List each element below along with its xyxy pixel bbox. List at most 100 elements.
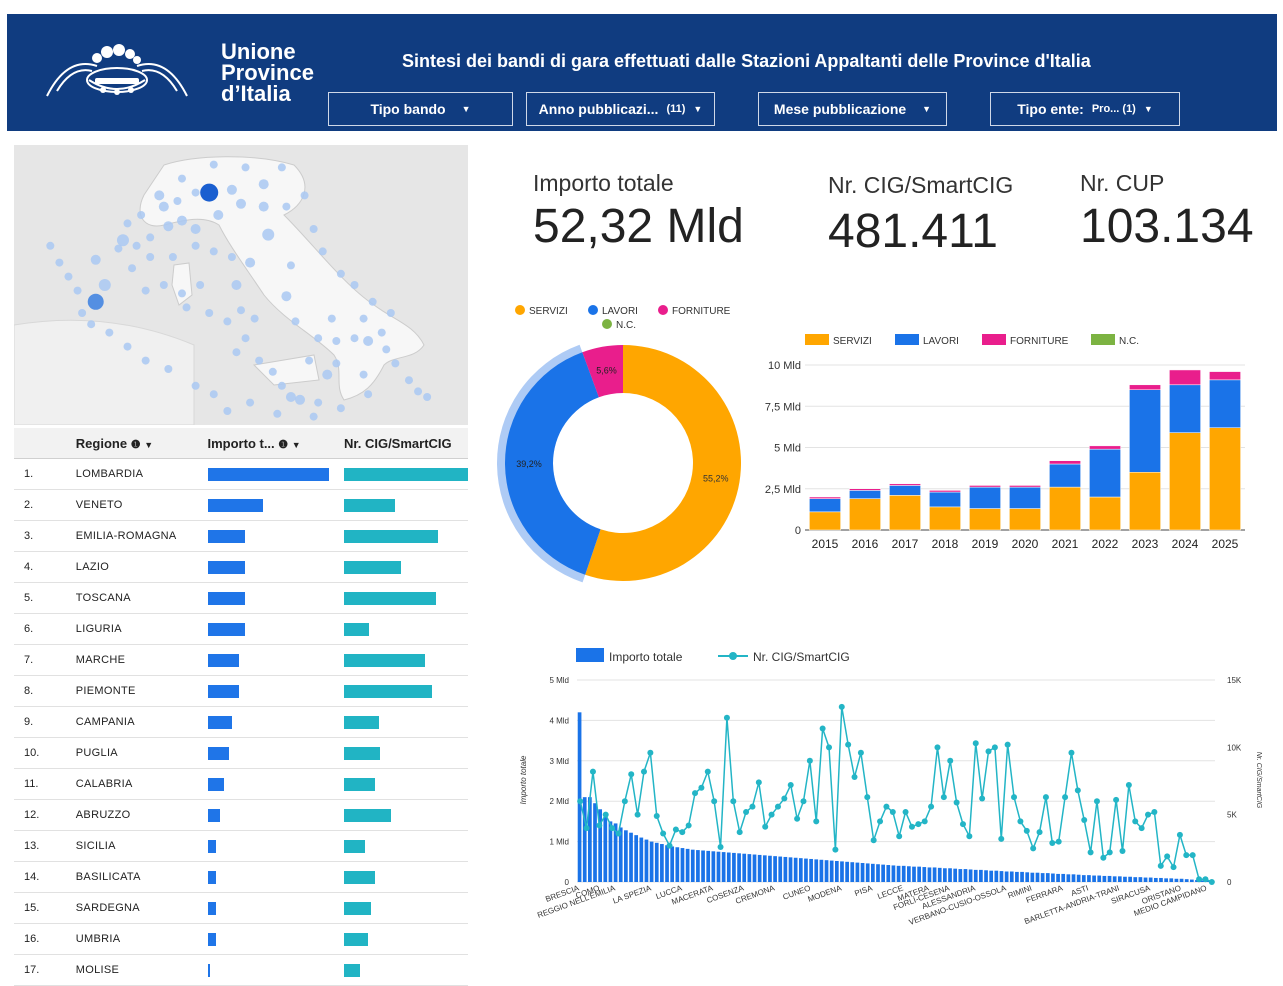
x-tick-label: 2021	[1052, 537, 1079, 551]
italy-map[interactable]	[14, 145, 468, 425]
map-point	[177, 174, 186, 183]
combo-bar	[639, 837, 644, 882]
cig-point	[889, 808, 896, 815]
cig-point	[602, 811, 609, 818]
combo-bar	[1087, 875, 1091, 882]
stacked-bar-segment	[1209, 379, 1241, 428]
row-importo-cell	[207, 954, 344, 986]
map-point	[226, 184, 237, 195]
combo-bar	[721, 852, 726, 882]
combo-bar	[870, 863, 875, 882]
x-tick-label: 2022	[1092, 537, 1119, 551]
bubble-map	[14, 156, 432, 425]
header-regione[interactable]: Regione ❶ ▼	[61, 428, 208, 459]
table-row[interactable]: 1. LOMBARDIA	[14, 458, 468, 490]
kpi-importo-value: 52,32 Mld	[533, 200, 744, 253]
map-point	[141, 286, 150, 295]
map-point	[309, 412, 318, 421]
table-row[interactable]: 6. LIGURIA	[14, 613, 468, 645]
province-combo-chart[interactable]: Importo totale Nr. CIG/SmartCIG 0 1 Mld 2 M…	[510, 640, 1280, 975]
combo-bar	[953, 868, 958, 882]
tipo-bando-donut-chart[interactable]: SERVIZI LAVORI FORNITURE N.C. 55,2% 39,2% 5,6…	[495, 300, 760, 590]
table-row[interactable]: 12. ABRUZZO	[14, 799, 468, 831]
cig-point	[877, 818, 884, 825]
map-point	[291, 317, 300, 326]
cig-point	[959, 821, 966, 828]
map-point	[223, 407, 232, 415]
combo-bar	[1174, 878, 1179, 882]
row-rank: 13.	[14, 830, 62, 862]
table-row[interactable]: 9. CAMPANIA	[14, 706, 468, 738]
combo-bar	[963, 869, 968, 882]
legend-swatch	[895, 334, 919, 345]
combo-bar	[1097, 875, 1102, 882]
table-row[interactable]: 2. VENETO	[14, 489, 468, 521]
table-row[interactable]: 15. SARDEGNA	[14, 892, 468, 924]
map-point	[146, 233, 155, 242]
combo-bar	[865, 863, 870, 882]
filter-tipo-bando[interactable]: Tipo bando ▼	[328, 92, 513, 126]
row-rank: 12.	[14, 799, 62, 831]
cig-point	[947, 757, 954, 764]
table-row[interactable]: 5. TOSCANA	[14, 582, 468, 614]
cig-bar	[344, 498, 395, 512]
combo-bar	[742, 853, 747, 882]
combo-bar	[737, 853, 741, 882]
combo-bar	[912, 866, 916, 882]
filter-tipo-ente[interactable]: Tipo ente: Pro... (1) ▼	[990, 92, 1180, 126]
cig-point	[966, 833, 973, 840]
map-point	[190, 224, 201, 234]
header-importo[interactable]: Importo t... ❶ ▼	[207, 428, 344, 459]
legend-label: Nr. CIG/SmartCIG	[753, 650, 850, 664]
anno-stacked-bar-chart[interactable]: SERVIZI LAVORI FORNITURE N.C. 0 2,5 Mld 5 Mld…	[745, 325, 1275, 565]
map-point	[404, 376, 413, 385]
combo-bar	[1189, 879, 1194, 882]
table-row[interactable]: 14. BASILICATA	[14, 861, 468, 893]
cig-point	[1157, 862, 1164, 869]
map-point	[123, 342, 132, 351]
map-point	[164, 365, 173, 373]
combo-bar	[778, 856, 783, 882]
stacked-bar-segment	[1129, 389, 1161, 473]
combo-bar	[577, 712, 582, 882]
table-row[interactable]: 16. UMBRIA	[14, 923, 468, 955]
stacked-bar-segment	[849, 498, 881, 531]
map-point	[232, 348, 241, 357]
stacked-bar-segment	[1049, 486, 1081, 531]
combo-bar	[670, 846, 675, 882]
importo-bar	[207, 808, 220, 822]
map-point	[368, 297, 377, 306]
table-row[interactable]: 4. LAZIO	[14, 551, 468, 583]
row-importo-cell	[207, 892, 344, 924]
filter-anno-pubblicazione[interactable]: Anno pubblicazi... (11) ▼	[526, 92, 715, 126]
header-cig[interactable]: Nr. CIG/SmartCIG	[344, 428, 468, 459]
table-row[interactable]: 8. PIEMONTE	[14, 675, 468, 707]
map-point	[382, 345, 391, 354]
logo-line-2: Province	[221, 60, 314, 85]
row-cig-cell	[344, 613, 468, 645]
combo-bar	[979, 869, 983, 882]
importo-bar	[207, 839, 216, 853]
stacked-bar-segment	[1209, 427, 1241, 531]
page-title: Sintesi dei bandi di gara effettuati dal…	[402, 51, 1091, 71]
cig-point	[1132, 818, 1139, 825]
map-point	[105, 328, 114, 337]
table-row[interactable]: 7. MARCHE	[14, 644, 468, 676]
filter-count: Pro... (1)	[1091, 103, 1136, 115]
stacked-bar-segment	[1009, 485, 1041, 488]
table-row[interactable]: 10. PUGLIA	[14, 737, 468, 769]
map-point	[158, 201, 169, 212]
table-row[interactable]: 17. MOLISE	[14, 954, 468, 986]
cig-bar	[344, 653, 425, 667]
filter-mese-pubblicazione[interactable]: Mese pubblicazione ▼	[758, 92, 947, 126]
table-row[interactable]: 3. EMILIA-ROMAGNA	[14, 520, 468, 552]
table-row[interactable]: 11. CALABRIA	[14, 768, 468, 800]
combo-bar	[829, 860, 834, 882]
table-row[interactable]: 13. SICILIA	[14, 830, 468, 862]
combo-bar	[958, 869, 963, 882]
combo-bar	[1184, 879, 1189, 882]
importo-bar	[207, 901, 216, 915]
cig-bar	[344, 777, 375, 791]
x-tick-label: 2020	[1012, 537, 1039, 551]
row-importo-cell	[207, 706, 344, 738]
